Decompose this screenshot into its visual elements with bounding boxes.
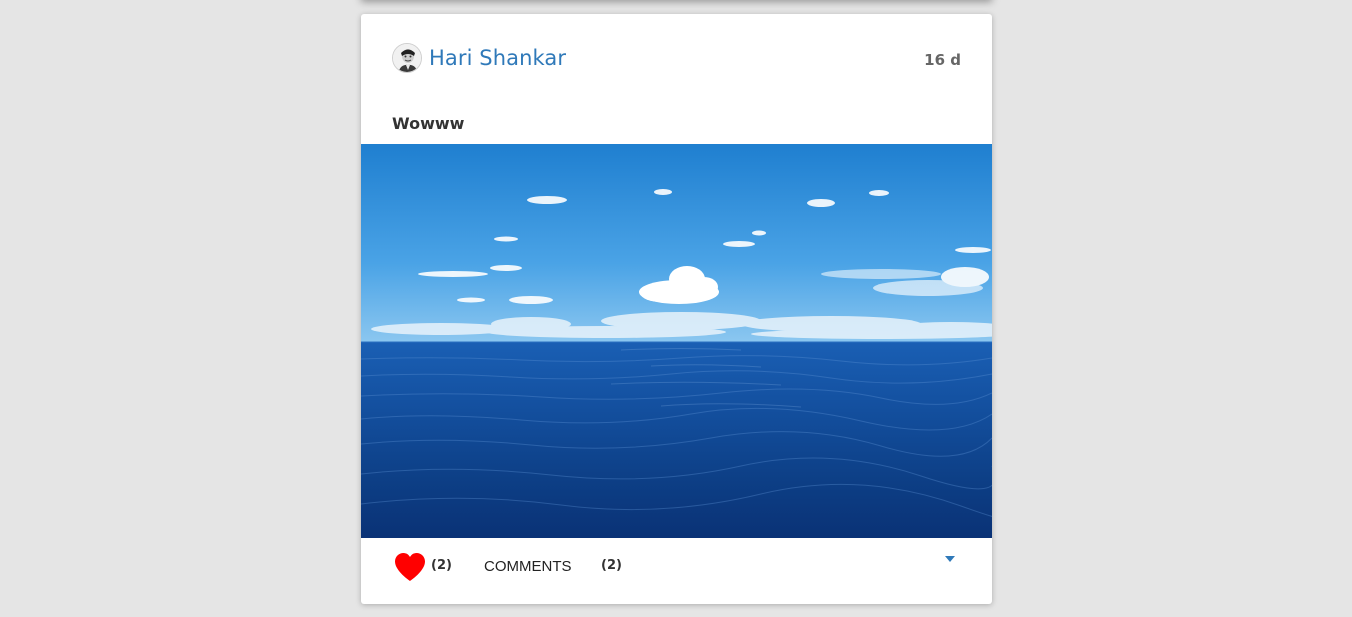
ocean-photo: [361, 144, 992, 538]
avatar-portrait-icon: [393, 44, 421, 72]
post-timestamp: 16 d: [924, 51, 961, 69]
post-menu-dropdown[interactable]: [944, 548, 956, 562]
post-image[interactable]: [361, 144, 992, 538]
post-header: Hari Shankar: [392, 43, 566, 73]
post-caption: Wowww: [392, 114, 465, 133]
like-button[interactable]: [394, 552, 426, 582]
heart-icon: [395, 553, 425, 581]
caret-down-icon: [945, 556, 955, 562]
comments-button[interactable]: COMMENTS: [484, 558, 572, 575]
post-card: Hari Shankar 16 d Wowww (2) COMMENTS (2): [361, 14, 992, 604]
like-count: (2): [431, 558, 452, 573]
comment-count: (2): [601, 558, 622, 573]
avatar[interactable]: [392, 43, 422, 73]
author-name-link[interactable]: Hari Shankar: [429, 46, 566, 70]
post-actions: (2) COMMENTS (2): [361, 538, 992, 604]
